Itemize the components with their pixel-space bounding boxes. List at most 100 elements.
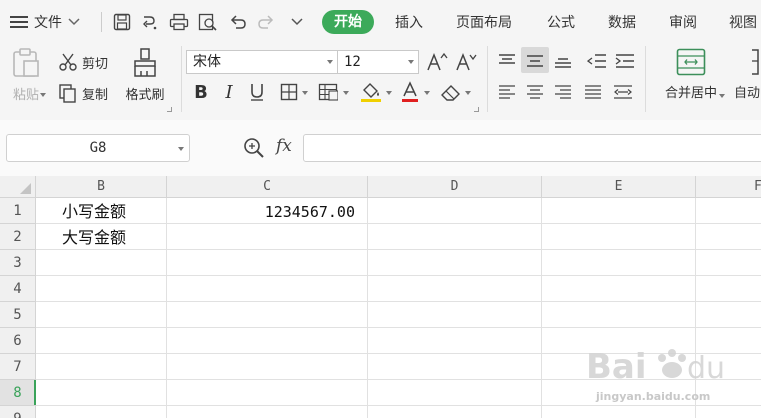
- column-header-d[interactable]: D: [368, 176, 542, 198]
- cell-c1[interactable]: 1234567.00: [168, 199, 355, 225]
- font-dialog-launcher[interactable]: [474, 107, 479, 112]
- row-header-9[interactable]: 9: [0, 406, 36, 418]
- paste-button[interactable]: 粘贴: [8, 48, 44, 103]
- row-header-1[interactable]: 1: [0, 198, 36, 224]
- distributed-button[interactable]: [610, 80, 636, 104]
- align-right-button[interactable]: [550, 80, 576, 104]
- increase-font-size-button[interactable]: [425, 50, 449, 74]
- gridline: [36, 275, 761, 276]
- column-header-f[interactable]: F: [696, 176, 761, 198]
- export-button[interactable]: [139, 11, 161, 33]
- select-all-icon: [20, 183, 31, 194]
- align-center-icon: [527, 85, 543, 99]
- customize-quick-access-button[interactable]: [286, 11, 308, 33]
- tab-page-layout[interactable]: 页面布局: [456, 11, 512, 35]
- clear-dropdown-icon[interactable]: [465, 91, 471, 95]
- font-size-dropdown-icon: [408, 60, 414, 64]
- font-name-select[interactable]: 宋体: [186, 50, 338, 74]
- gridline: [36, 223, 761, 224]
- clipboard-dialog-launcher[interactable]: [167, 107, 172, 112]
- row-header-2[interactable]: 2: [0, 224, 36, 250]
- cell-style-button[interactable]: [316, 80, 340, 104]
- copy-label: 复制: [82, 87, 109, 103]
- svg-text:du: du: [687, 351, 725, 386]
- row-header-5[interactable]: 5: [0, 302, 36, 328]
- bold-button[interactable]: B: [190, 80, 212, 104]
- gridline: [166, 198, 167, 418]
- border-dropdown-icon[interactable]: [302, 91, 308, 95]
- align-left-icon: [499, 85, 515, 99]
- insert-function-button[interactable]: fx: [276, 136, 292, 156]
- wrap-text-icon: [752, 49, 759, 75]
- fill-color-button[interactable]: [358, 80, 384, 104]
- redo-icon: [258, 15, 274, 29]
- auto-wrap-button[interactable]: 自动: [734, 48, 761, 101]
- justify-button[interactable]: [580, 80, 606, 104]
- undo-button[interactable]: [227, 11, 249, 33]
- distributed-icon: [614, 85, 632, 99]
- menu-bar: 文件 开始 插入 页面布局 公式 数据 审阅 视图: [0, 0, 761, 42]
- column-header-c[interactable]: C: [167, 176, 368, 198]
- merge-dropdown-icon[interactable]: [719, 94, 725, 98]
- redo-button[interactable]: [255, 11, 277, 33]
- cell-b1[interactable]: 小写金额: [62, 199, 126, 225]
- align-top-button[interactable]: [494, 49, 520, 73]
- merge-center-label: 合并居中: [664, 86, 717, 101]
- print-preview-button[interactable]: [197, 11, 219, 33]
- increase-indent-button[interactable]: [612, 49, 638, 73]
- align-middle-button[interactable]: [522, 49, 548, 73]
- font-color-button[interactable]: [398, 80, 422, 104]
- cell-reference: G8: [89, 140, 107, 156]
- gridline: [367, 198, 368, 418]
- copy-button[interactable]: 复制: [58, 82, 108, 104]
- tab-insert[interactable]: 插入: [395, 11, 423, 35]
- save-icon: [113, 13, 131, 31]
- align-left-button[interactable]: [494, 80, 520, 104]
- column-header-e[interactable]: E: [542, 176, 696, 198]
- gridline: [36, 301, 761, 302]
- row-header-7[interactable]: 7: [0, 354, 36, 380]
- column-header-b[interactable]: B: [36, 176, 167, 198]
- underline-button[interactable]: [246, 80, 268, 104]
- zoom-formula-button[interactable]: [242, 136, 266, 160]
- border-button[interactable]: [278, 80, 300, 104]
- tab-formulas[interactable]: 公式: [547, 11, 575, 35]
- row-header-3[interactable]: 3: [0, 250, 36, 276]
- decrease-font-size-button[interactable]: [454, 50, 478, 74]
- dropdown-icon: [291, 18, 303, 26]
- border-icon: [280, 83, 298, 101]
- cut-button[interactable]: 剪切: [58, 51, 108, 73]
- cell-style-dropdown-icon[interactable]: [343, 91, 349, 95]
- tab-data[interactable]: 数据: [608, 11, 636, 35]
- clear-button[interactable]: [439, 80, 463, 104]
- row-header-8[interactable]: 8: [0, 380, 36, 406]
- tab-review[interactable]: 审阅: [669, 11, 697, 35]
- increase-indent-icon: [615, 54, 634, 68]
- eraser-icon: [441, 85, 460, 101]
- merge-center-button[interactable]: 合并居中: [654, 48, 728, 101]
- paste-icon: [13, 48, 39, 77]
- tab-home[interactable]: 开始: [322, 10, 374, 34]
- decrease-indent-button[interactable]: [584, 49, 610, 73]
- save-button[interactable]: [111, 11, 133, 33]
- file-menu[interactable]: 文件: [10, 10, 80, 34]
- print-button[interactable]: [168, 11, 190, 33]
- row-header-6[interactable]: 6: [0, 328, 36, 354]
- select-all-button[interactable]: [0, 176, 36, 198]
- watermark-url: jingyan.baidu.com: [596, 390, 711, 403]
- cut-label: 剪切: [82, 56, 109, 72]
- row-header-4[interactable]: 4: [0, 276, 36, 302]
- italic-button[interactable]: I: [218, 80, 240, 104]
- font-color-dropdown-icon[interactable]: [424, 91, 430, 95]
- fill-color-dropdown-icon[interactable]: [386, 91, 392, 95]
- paste-dropdown-icon[interactable]: [40, 93, 46, 97]
- name-box[interactable]: G8: [6, 134, 190, 162]
- font-size-select[interactable]: 12: [337, 50, 419, 74]
- cell-b2[interactable]: 大写金额: [62, 225, 126, 251]
- align-bottom-button[interactable]: [550, 49, 576, 73]
- align-center-button[interactable]: [522, 80, 548, 104]
- formula-input[interactable]: [303, 134, 761, 162]
- format-painter-button[interactable]: 格式刷: [122, 48, 168, 103]
- tab-view[interactable]: 视图: [729, 11, 757, 35]
- hamburger-menu-icon: [10, 16, 28, 28]
